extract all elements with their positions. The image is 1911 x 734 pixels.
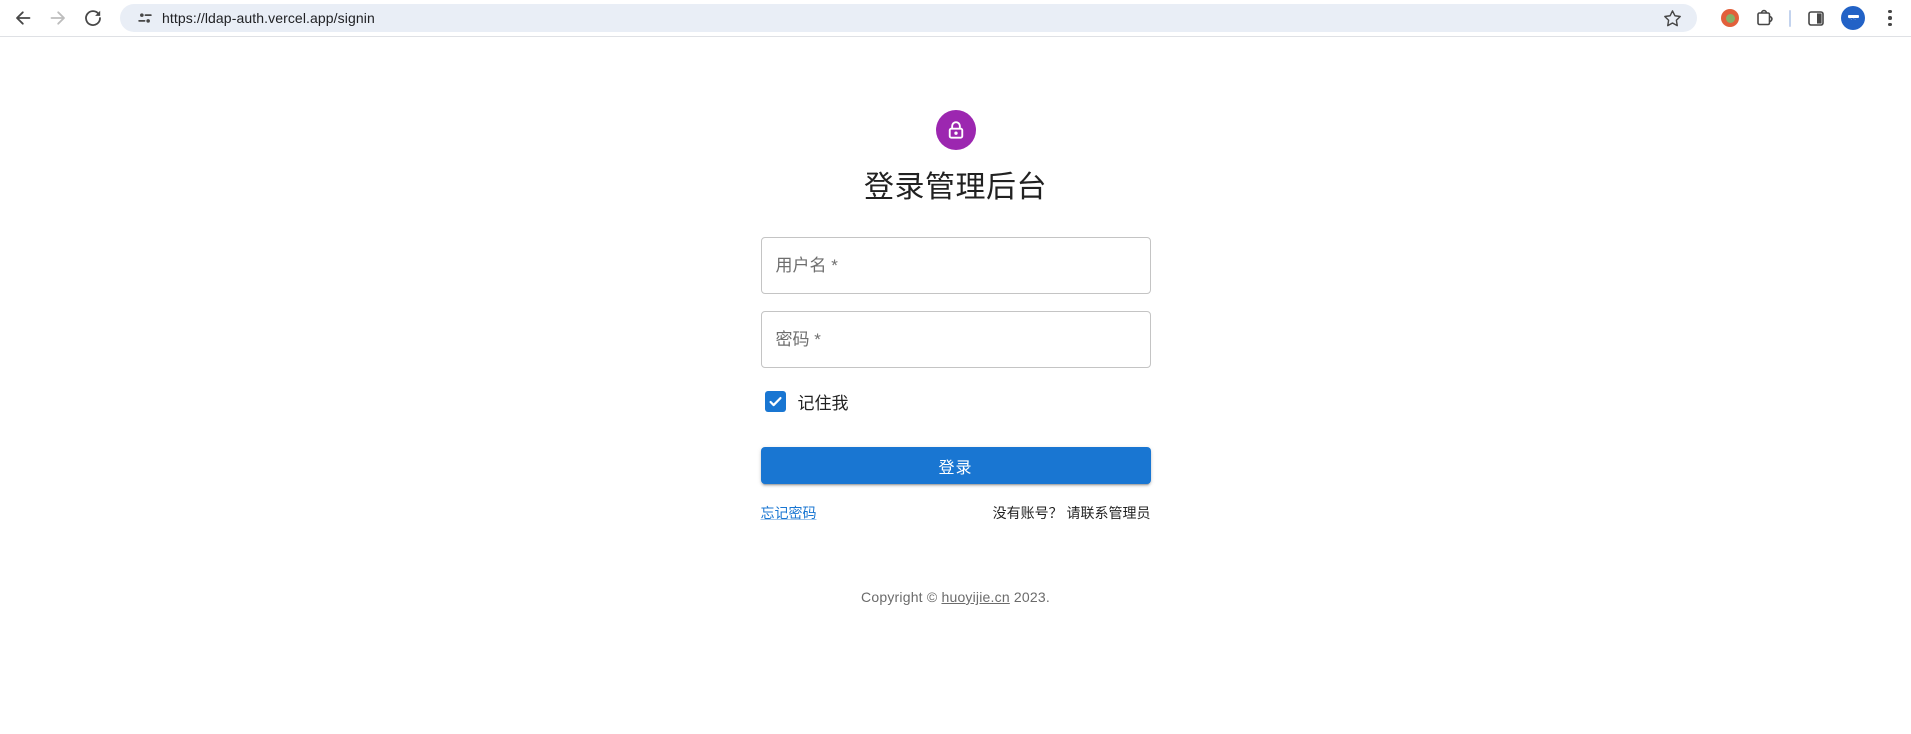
check-icon bbox=[768, 396, 782, 407]
links-row: 忘记密码 没有账号？ 请联系管理员 bbox=[761, 503, 1151, 523]
no-account-text: 没有账号？ 请联系管理员 bbox=[992, 505, 1151, 521]
puzzle-icon bbox=[1757, 9, 1773, 26]
password-input[interactable] bbox=[760, 311, 1151, 368]
copyright-footer: Copyright © huoyijie.cn 2023. bbox=[861, 589, 1050, 605]
url-text[interactable]: https://ldap-auth.vercel.app/signin bbox=[162, 10, 1659, 26]
kebab-dot bbox=[1888, 9, 1892, 14]
site-settings-icon[interactable] bbox=[136, 9, 154, 27]
username-input[interactable] bbox=[760, 237, 1151, 294]
copyright-site-link[interactable]: huoyijie.cn bbox=[941, 589, 1009, 605]
extension-badge-icon[interactable] bbox=[1721, 9, 1739, 27]
remember-me-label[interactable]: 记住我 bbox=[798, 389, 849, 414]
extensions-button[interactable] bbox=[1749, 3, 1779, 33]
back-button[interactable] bbox=[8, 3, 38, 33]
kebab-dot bbox=[1888, 22, 1892, 27]
forward-arrow-icon bbox=[50, 11, 65, 25]
copyright-suffix: 2023. bbox=[1009, 589, 1050, 605]
copyright-prefix: Copyright © bbox=[861, 589, 942, 605]
signin-button[interactable]: 登录 bbox=[760, 447, 1151, 484]
bookmark-star-button[interactable] bbox=[1659, 5, 1685, 31]
auth-column: 登录管理后台 记住我 登录 忘记密码 没有账号？ 请联系管理员 Copyrigh… bbox=[760, 37, 1151, 605]
profile-avatar[interactable]: ⁖⁖ bbox=[1841, 6, 1865, 30]
lock-avatar bbox=[935, 110, 976, 150]
kebab-dot bbox=[1888, 16, 1892, 20]
star-icon bbox=[1663, 9, 1681, 26]
reload-icon bbox=[85, 10, 101, 26]
forward-button[interactable] bbox=[43, 3, 73, 33]
side-panel-icon bbox=[1808, 11, 1824, 26]
back-arrow-icon bbox=[16, 11, 31, 25]
reload-button[interactable] bbox=[78, 3, 108, 33]
avatar-glyph-dots: ⁖⁖ bbox=[1849, 16, 1857, 23]
toolbar-right-icons: ⁖⁖ bbox=[1711, 3, 1903, 33]
remember-me-checkbox[interactable] bbox=[764, 391, 786, 412]
lock-icon bbox=[948, 121, 963, 139]
side-panel-button[interactable] bbox=[1801, 3, 1831, 33]
address-bar[interactable]: https://ldap-auth.vercel.app/signin bbox=[120, 4, 1697, 32]
browser-toolbar: https://ldap-auth.vercel.app/signin ⁖⁖ bbox=[0, 0, 1911, 37]
forgot-password-link[interactable]: 忘记密码 bbox=[761, 503, 817, 523]
toolbar-divider bbox=[1789, 9, 1791, 27]
extension-badge-inner bbox=[1725, 13, 1735, 23]
tune-icon bbox=[138, 13, 152, 23]
page-title: 登录管理后台 bbox=[864, 171, 1047, 204]
signin-page: 登录管理后台 记住我 登录 忘记密码 没有账号？ 请联系管理员 Copyrigh… bbox=[0, 37, 1911, 733]
remember-me-row: 记住我 bbox=[761, 389, 1151, 414]
browser-menu-button[interactable] bbox=[1877, 5, 1903, 31]
